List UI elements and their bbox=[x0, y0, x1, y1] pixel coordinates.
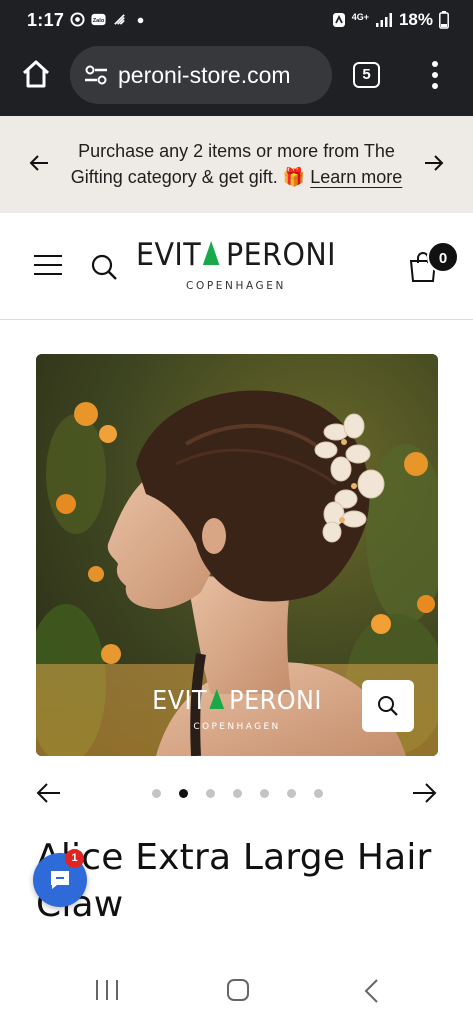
announcement-next-arrow-icon[interactable] bbox=[423, 152, 445, 174]
page: 1:17 Zalo 4G+ 18% peroni-store.com 5 Pur… bbox=[0, 0, 473, 1024]
logo-text-left: EVIT bbox=[135, 237, 202, 273]
chrome-icon bbox=[70, 12, 85, 27]
more-options-icon[interactable] bbox=[425, 58, 445, 92]
network-type: 4G+ bbox=[351, 12, 369, 22]
announcement-message: Purchase any 2 items or more from The Gi… bbox=[60, 138, 413, 190]
back-icon[interactable] bbox=[362, 978, 380, 1004]
home-nav-icon[interactable] bbox=[226, 978, 250, 1002]
logo-subtitle: COPENHAGEN bbox=[186, 280, 286, 292]
status-system-icons: 4G+ 18% bbox=[332, 10, 449, 30]
image-logo-triangle-icon bbox=[208, 689, 224, 709]
zalo-icon: Zalo bbox=[91, 13, 106, 26]
learn-more-link[interactable]: Learn more bbox=[310, 167, 402, 187]
address-bar[interactable]: peroni-store.com bbox=[70, 46, 332, 104]
carousel-dot[interactable] bbox=[152, 789, 161, 798]
cart-count-badge[interactable]: 0 bbox=[427, 241, 459, 273]
carousel-dots bbox=[152, 789, 323, 798]
signal-icon bbox=[375, 13, 392, 27]
announcement-prev-arrow-icon[interactable] bbox=[28, 152, 50, 174]
url-text: peroni-store.com bbox=[118, 62, 291, 88]
status-bar: 1:17 Zalo 4G+ 18% bbox=[0, 0, 473, 40]
announcement-bar: Purchase any 2 items or more from The Gi… bbox=[0, 116, 473, 213]
image-logo-text-left: EVIT bbox=[152, 686, 208, 716]
zalo-label: Zalo bbox=[93, 18, 105, 24]
battery-icon bbox=[439, 11, 449, 29]
chat-unread-badge: 1 bbox=[65, 849, 84, 868]
dot-icon bbox=[137, 17, 144, 24]
hamburger-menu-icon[interactable] bbox=[34, 253, 62, 277]
product-title: Alice Extra Large Hair Claw bbox=[36, 837, 432, 925]
zoom-button[interactable] bbox=[362, 680, 414, 732]
carousel-dot[interactable] bbox=[179, 789, 188, 798]
search-icon[interactable] bbox=[90, 253, 118, 281]
home-icon[interactable] bbox=[18, 56, 54, 92]
logo-triangle-icon bbox=[203, 241, 220, 265]
carousel-dot[interactable] bbox=[206, 789, 215, 798]
zoom-search-icon bbox=[378, 696, 398, 716]
tab-switcher-button[interactable]: 5 bbox=[353, 62, 380, 88]
browser-toolbar: peroni-store.com 5 bbox=[0, 40, 473, 116]
carousel-dot[interactable] bbox=[314, 789, 323, 798]
product-image[interactable]: EVIT PERONI COPENHAGEN bbox=[36, 354, 438, 756]
chat-bubble-icon bbox=[51, 871, 69, 889]
status-notification-icons: Zalo bbox=[70, 12, 148, 27]
carousel-dot[interactable] bbox=[260, 789, 269, 798]
carousel-dot[interactable] bbox=[233, 789, 242, 798]
carousel-next-arrow-icon[interactable] bbox=[411, 780, 437, 806]
site-logo[interactable]: EVIT PERONI COPENHAGEN bbox=[135, 237, 337, 297]
recent-apps-icon[interactable] bbox=[94, 978, 120, 1002]
logo-text-right: PERONI bbox=[226, 237, 337, 273]
carousel-prev-arrow-icon[interactable] bbox=[36, 780, 62, 806]
site-header: EVIT PERONI COPENHAGEN 0 bbox=[0, 213, 473, 320]
battery-percent: 18% bbox=[398, 10, 433, 29]
carousel-dot[interactable] bbox=[287, 789, 296, 798]
image-logo-text-right: PERONI bbox=[229, 686, 322, 716]
wifi-calling-icon bbox=[114, 14, 125, 25]
nfc-icon bbox=[332, 13, 345, 27]
site-settings-icon[interactable] bbox=[84, 64, 108, 86]
system-navigation-bar bbox=[0, 958, 473, 1024]
status-time: 1:17 bbox=[27, 10, 65, 30]
